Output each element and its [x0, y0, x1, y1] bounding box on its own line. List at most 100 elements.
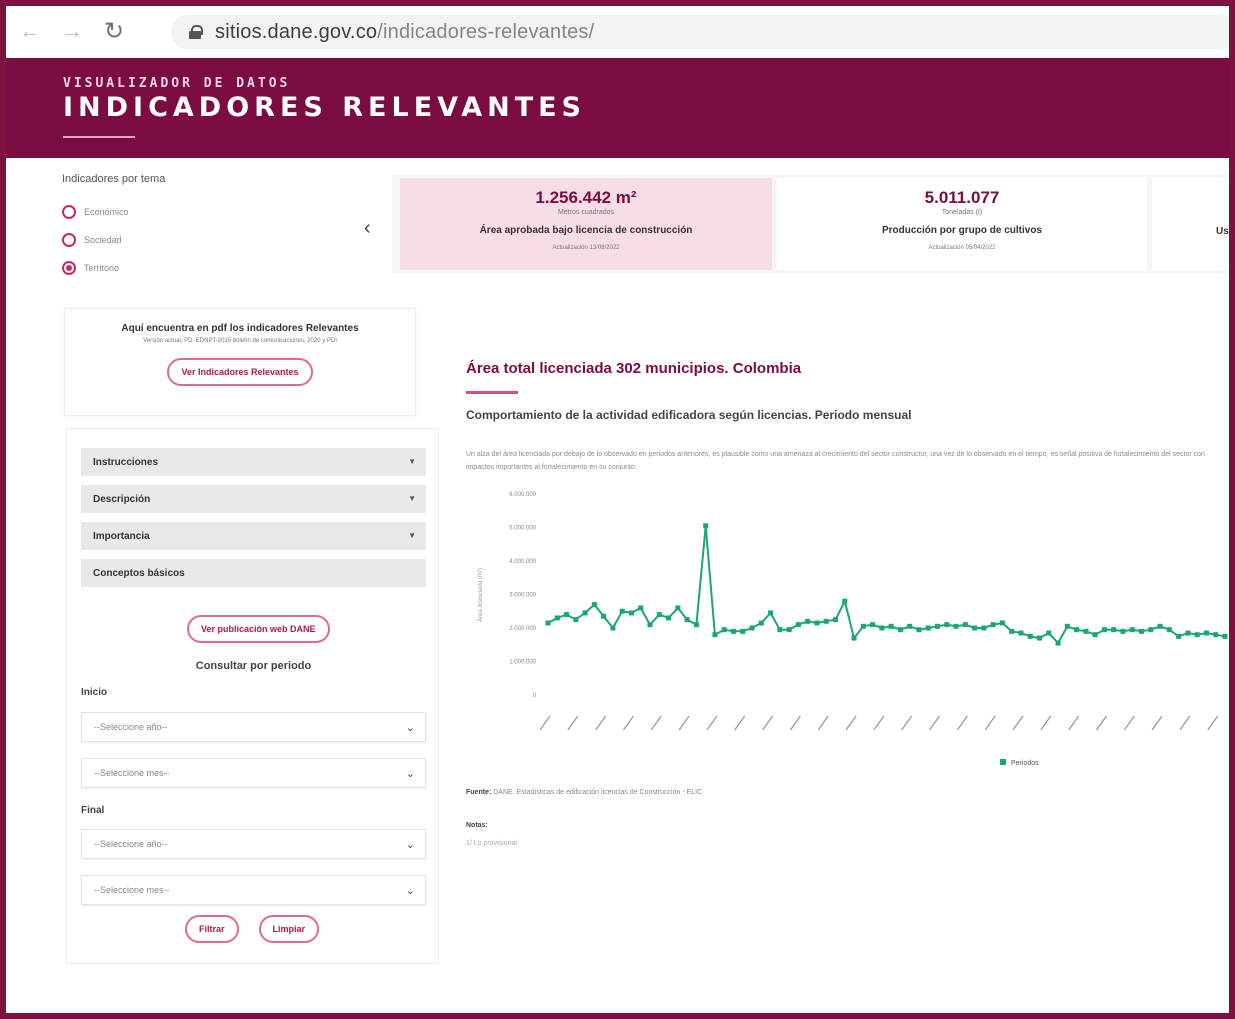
y-tick-label: 4.000.000	[509, 559, 536, 565]
end-year-select[interactable]: --Seleccione año-- ⌄	[81, 829, 426, 859]
publication-button[interactable]: Ver publicación web DANE	[187, 615, 330, 643]
x-tick-label	[1068, 715, 1080, 731]
data-point	[1064, 623, 1070, 629]
source-text: DANE. Estadísticas de edificación licenc…	[493, 789, 703, 796]
chart-subtitle: Comportamiento de la actividad edificado…	[466, 408, 912, 422]
theme-option-territorio[interactable]: Territorio	[62, 261, 119, 275]
chevron-down-icon: ▼	[408, 494, 416, 503]
x-tick-label	[1040, 715, 1052, 731]
start-year-select[interactable]: --Seleccione año-- ⌄	[81, 712, 426, 742]
radio-icon[interactable]	[62, 233, 76, 247]
data-point	[703, 523, 709, 529]
data-point	[601, 613, 607, 619]
pdf-box-subtitle: Versión actual, PD. EDNPT-2015 boletín d…	[143, 338, 337, 344]
select-value: --Seleccione año--	[94, 722, 168, 732]
accordion-importancia[interactable]: Importancia ▼	[81, 522, 426, 550]
clear-button[interactable]: Limpiar	[258, 915, 320, 943]
data-point	[1092, 632, 1098, 638]
accordion-label: Descripción	[93, 493, 151, 505]
data-point	[768, 610, 774, 616]
x-tick-label	[567, 715, 579, 731]
header-pretitle: VISUALIZADOR DE DATOS	[63, 76, 291, 91]
indicator-card-area[interactable]: 1.256.442 m² Metros cuadrados Área aprob…	[400, 178, 772, 270]
data-point	[666, 615, 672, 621]
x-tick-label	[1012, 715, 1024, 731]
indicator-card-cultivos[interactable]: 5.011.077 Toneladas (t) Producción por g…	[777, 178, 1147, 270]
data-point	[990, 622, 996, 628]
end-month-select[interactable]: --Seleccione mes-- ⌄	[81, 875, 426, 905]
card-unit: Toneladas (t)	[941, 209, 983, 216]
theme-option-sociedad[interactable]: Sociedad	[62, 233, 122, 247]
x-tick-label	[817, 715, 829, 731]
reload-icon[interactable]: ↻	[96, 13, 132, 49]
x-tick-label	[956, 715, 968, 731]
x-tick-label	[1151, 715, 1163, 731]
x-tick-label	[622, 715, 634, 731]
data-point	[814, 620, 820, 626]
data-point	[897, 627, 903, 633]
data-point	[749, 625, 755, 631]
data-point	[545, 620, 551, 626]
select-value: --Seleccione mes--	[94, 885, 170, 895]
view-indicators-button[interactable]: Ver Indicadores Relevantes	[167, 358, 313, 386]
data-point	[1185, 630, 1191, 636]
address-bar[interactable]: sitios.dane.gov.co/indicadores-relevante…	[171, 15, 1229, 49]
chevron-down-icon: ⌄	[405, 722, 415, 734]
pdf-box: Aquí encuentra en pdf los indicadores Re…	[64, 308, 416, 416]
card-name: Área aprobada bajo licencia de construcc…	[479, 225, 693, 236]
forward-arrow-icon[interactable]: →	[54, 13, 90, 49]
data-point	[730, 628, 736, 634]
y-tick-label: 6.000.000	[509, 492, 536, 498]
data-point	[907, 623, 913, 629]
data-point	[777, 627, 783, 633]
notes-text: 1/ Lo provisional	[466, 840, 517, 847]
data-point	[1101, 627, 1107, 633]
data-point	[758, 620, 764, 626]
header-title: INDICADORES RELEVANTES	[63, 92, 587, 123]
chevron-down-icon: ▼	[408, 457, 416, 466]
accordion-label: Instrucciones	[93, 456, 159, 468]
y-tick-label: 5.000.000	[509, 526, 536, 532]
data-point	[842, 598, 848, 604]
indicator-card-uso[interactable]: Uso	[1152, 178, 1229, 270]
radio-checked-icon[interactable]	[62, 261, 76, 275]
data-point	[1120, 628, 1126, 634]
data-point	[564, 612, 570, 618]
x-tick-label	[678, 715, 690, 731]
data-point	[851, 635, 857, 641]
chevron-down-icon: ⌄	[405, 768, 415, 780]
data-point	[1157, 623, 1163, 629]
filter-button[interactable]: Filtrar	[185, 915, 239, 943]
site-header: VISUALIZADOR DE DATOS INDICADORES RELEVA…	[6, 58, 1229, 158]
data-point	[935, 623, 941, 629]
theme-option-economico[interactable]: Económico	[62, 205, 129, 219]
chart-title: Área total licenciada 302 municipios. Co…	[466, 360, 802, 377]
accordion-label: Importancia	[93, 530, 150, 542]
accordion-conceptos[interactable]: Conceptos básicos	[81, 559, 426, 587]
data-point	[860, 623, 866, 629]
x-tick-label	[873, 715, 885, 731]
notes-label: Notas:	[466, 822, 488, 829]
back-arrow-icon[interactable]: ←	[12, 13, 48, 49]
consult-title: Consultar por periodo	[195, 660, 312, 672]
data-point	[573, 617, 579, 623]
data-point	[1213, 632, 1219, 638]
left-panel: Instrucciones ▼ Descripción ▼ Importanci…	[66, 428, 439, 964]
accordion-descripcion[interactable]: Descripción ▼	[81, 485, 426, 513]
data-point	[1074, 627, 1080, 633]
radio-icon[interactable]	[62, 205, 76, 219]
data-point	[1203, 630, 1209, 636]
data-point	[1009, 628, 1015, 634]
data-point	[832, 617, 838, 623]
start-month-select[interactable]: --Seleccione mes-- ⌄	[81, 758, 426, 788]
card-value: 1.256.442 m²	[535, 188, 637, 207]
accordion-instrucciones[interactable]: Instrucciones ▼	[81, 448, 426, 476]
chevron-left-icon[interactable]: ‹	[364, 217, 371, 240]
y-tick-label: 3.000.000	[509, 593, 536, 599]
chevron-down-icon: ▼	[408, 531, 416, 540]
data-point	[999, 620, 1005, 626]
data-point	[805, 618, 811, 624]
indicator-cards: 1.256.442 m² Metros cuadrados Área aprob…	[392, 174, 1229, 274]
data-point	[1027, 633, 1033, 639]
x-tick-label	[1207, 715, 1219, 731]
